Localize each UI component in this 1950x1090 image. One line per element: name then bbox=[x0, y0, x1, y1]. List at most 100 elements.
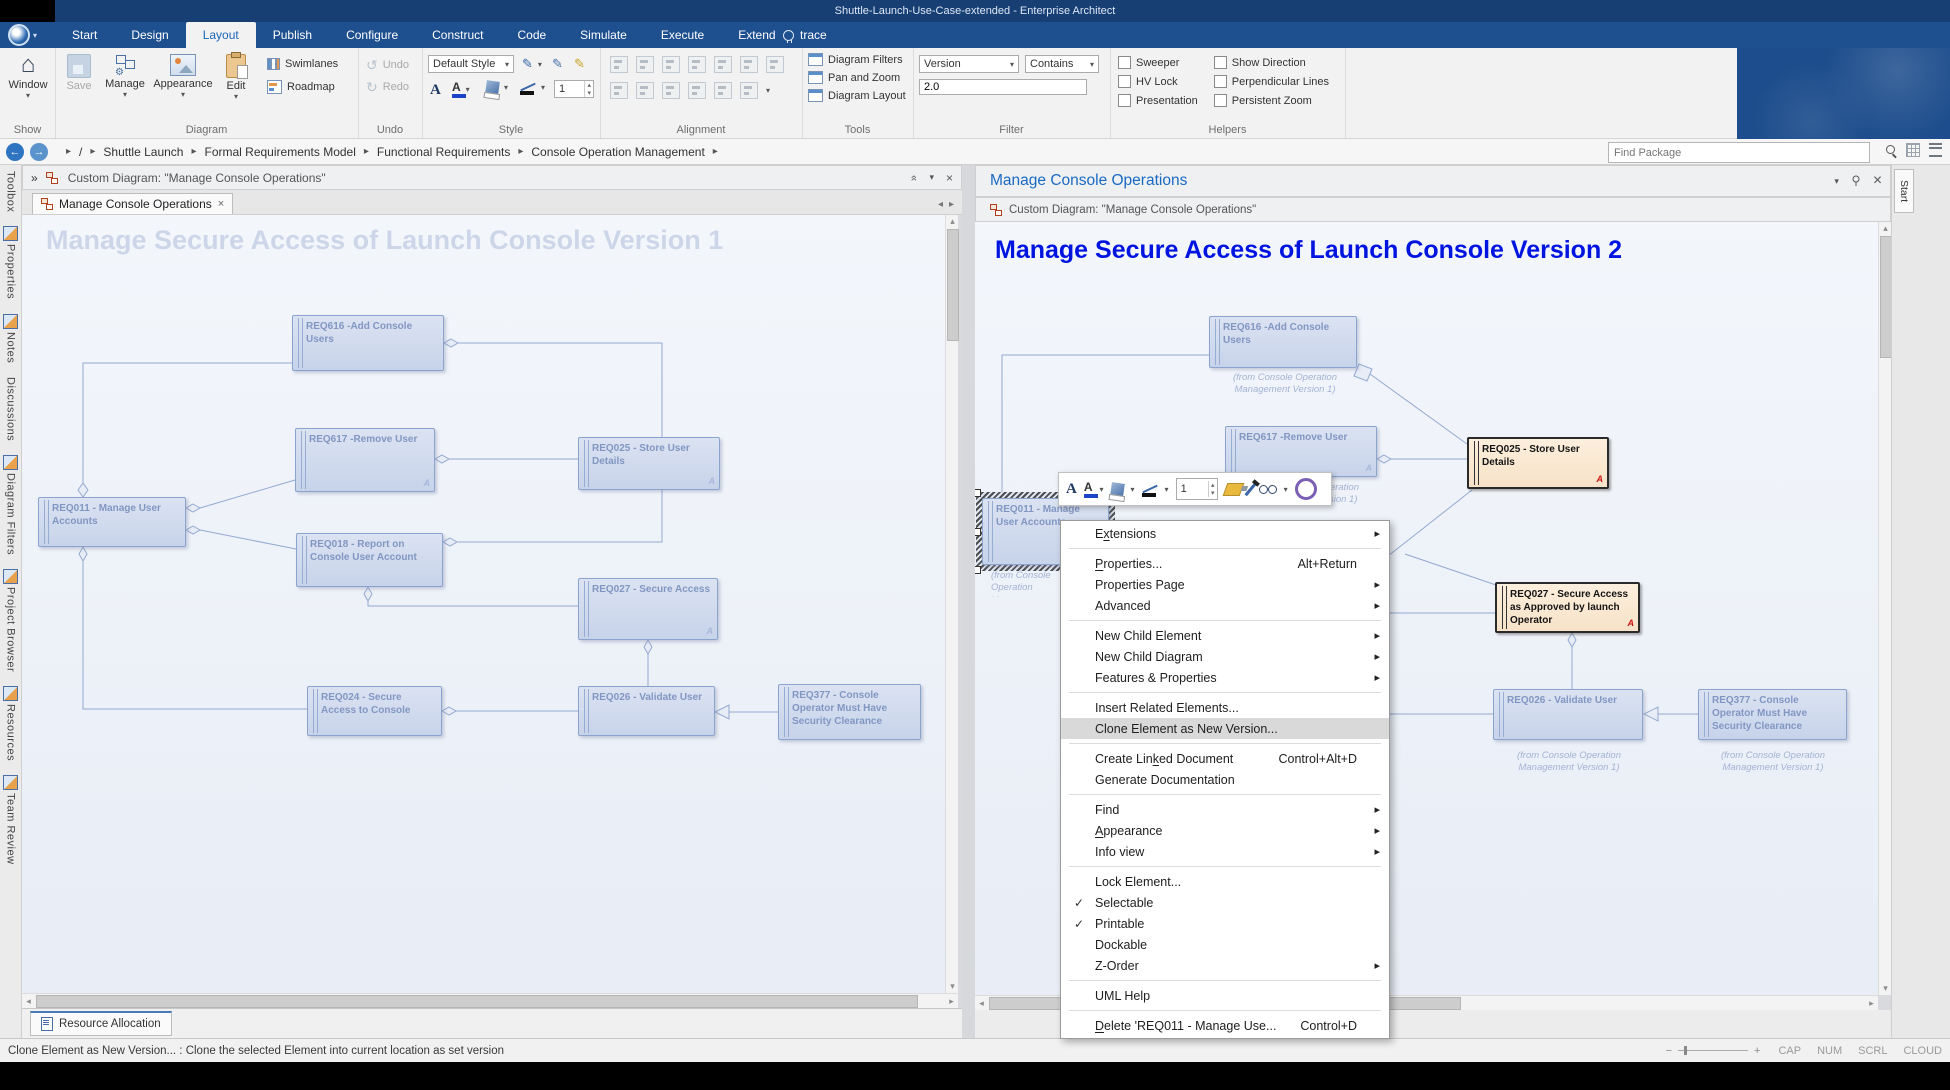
context-menu-item[interactable]: Features & Properties bbox=[1061, 667, 1389, 688]
font-icon[interactable]: A bbox=[1066, 481, 1077, 498]
grid-view-icon[interactable] bbox=[1906, 143, 1920, 157]
trace-search[interactable]: trace bbox=[783, 22, 827, 48]
left-horizontal-scrollbar[interactable]: ◂ ▸ bbox=[22, 993, 958, 1008]
context-menu-item[interactable]: Printable bbox=[1061, 913, 1389, 934]
chevrons-icon[interactable]: » bbox=[31, 171, 38, 185]
left-vertical-scrollbar[interactable]: ▴ ▾ bbox=[945, 215, 958, 993]
scroll-right-icon[interactable]: ▸ bbox=[945, 995, 958, 1008]
align-icon[interactable] bbox=[610, 56, 628, 73]
requirement-node[interactable]: REQ617 -Remove User A bbox=[1225, 426, 1377, 477]
dock-rail-tab[interactable]: Notes bbox=[3, 314, 18, 363]
helper-checkbox[interactable]: Show Direction bbox=[1214, 53, 1329, 72]
ribbon-tab[interactable]: Extend bbox=[721, 22, 792, 48]
close-panel-icon[interactable]: × bbox=[946, 171, 953, 185]
style-copy-button[interactable]: ✎ bbox=[552, 56, 563, 72]
right-vertical-scrollbar[interactable]: ▴ ▾ bbox=[1878, 222, 1891, 995]
selection-handle[interactable] bbox=[975, 489, 981, 497]
context-menu-item[interactable]: Delete 'REQ011 - Manage Use... Control+D bbox=[1061, 1015, 1389, 1036]
align-icon[interactable] bbox=[636, 56, 654, 73]
ribbon-tab[interactable]: Simulate bbox=[563, 22, 644, 48]
requirement-node[interactable]: REQ025 - Store User Details A bbox=[1467, 437, 1609, 489]
helper-checkbox[interactable]: Sweeper bbox=[1118, 53, 1198, 72]
ribbon-tab[interactable]: Configure bbox=[329, 22, 415, 48]
align-icon[interactable] bbox=[714, 82, 732, 99]
breadcrumb-item[interactable]: / bbox=[58, 145, 82, 159]
context-menu-item[interactable]: Z-Order bbox=[1061, 955, 1389, 976]
context-menu-item[interactable]: Find bbox=[1061, 799, 1389, 820]
undo-button[interactable]: ↺ Undo bbox=[366, 58, 409, 72]
context-menu-item[interactable]: UML Help bbox=[1061, 985, 1389, 1006]
requirement-node[interactable]: REQ027 - Secure Access as Approved by la… bbox=[1495, 582, 1640, 633]
close-panel-icon[interactable]: × bbox=[1873, 172, 1882, 190]
requirement-node[interactable]: REQ027 - Secure Access A bbox=[578, 578, 718, 640]
scroll-left-icon[interactable]: ◂ bbox=[975, 997, 988, 1010]
dock-rail-tab[interactable]: Properties bbox=[3, 226, 18, 299]
menu-icon[interactable] bbox=[1929, 143, 1942, 157]
align-icon[interactable] bbox=[688, 56, 706, 73]
tool-toggle[interactable]: Pan and Zoom bbox=[808, 71, 906, 84]
manage-button[interactable]: Manage▾ bbox=[101, 54, 149, 99]
requirement-node[interactable]: REQ018 - Report on Console User Account bbox=[296, 533, 443, 587]
line-color-button[interactable]: ▾ bbox=[520, 81, 545, 94]
breadcrumb-item[interactable]: Functional Requirements bbox=[356, 145, 510, 159]
resource-allocation-tab[interactable]: Resource Allocation bbox=[30, 1011, 172, 1036]
appearance-button[interactable]: Appearance▾ bbox=[151, 54, 215, 99]
style-pen-button[interactable]: ✎▾ bbox=[522, 56, 542, 72]
left-diagram-canvas[interactable]: Manage Secure Access of Launch Console V… bbox=[22, 215, 945, 993]
font-color-dropdown-icon[interactable]: ▾ bbox=[1100, 485, 1104, 494]
dock-rail-tab[interactable]: Project Browser bbox=[3, 569, 18, 672]
zoom-in-icon[interactable]: + bbox=[1754, 1045, 1760, 1057]
context-menu-item[interactable] bbox=[1069, 1010, 1381, 1011]
ribbon-tab[interactable]: Start bbox=[55, 22, 114, 48]
line-width-spinner[interactable]: 1▴▾ bbox=[1176, 478, 1218, 500]
dock-rail-tab[interactable]: Diagram Filters bbox=[3, 455, 18, 555]
helper-checkbox[interactable]: Presentation bbox=[1118, 91, 1198, 110]
context-menu-item[interactable]: Extensions bbox=[1061, 523, 1389, 544]
ribbon-tab[interactable]: Execute bbox=[644, 22, 721, 48]
zoom-slider[interactable]: − + bbox=[1666, 1045, 1761, 1057]
breadcrumb-item[interactable]: Shuttle Launch bbox=[82, 145, 183, 159]
requirement-node[interactable]: REQ024 - Secure Access to Console bbox=[307, 686, 442, 736]
back-button[interactable]: ← bbox=[6, 143, 24, 161]
dropdown-icon[interactable]: ▾ bbox=[1834, 176, 1839, 187]
scroll-up-icon[interactable]: ▴ bbox=[946, 215, 959, 228]
tool-toggle[interactable]: Diagram Layout bbox=[808, 89, 906, 102]
align-icon[interactable] bbox=[610, 82, 628, 99]
context-menu-item[interactable]: Generate Documentation bbox=[1061, 769, 1389, 790]
font-button[interactable]: A bbox=[430, 82, 441, 99]
start-dock-tab[interactable]: Start bbox=[1894, 169, 1914, 213]
align-icon[interactable] bbox=[662, 56, 680, 73]
filter-operator-select[interactable]: Contains▾ bbox=[1025, 55, 1099, 73]
tab-scroll-left-icon[interactable]: ◂ bbox=[938, 199, 943, 210]
style-combo[interactable]: Default Style▾ bbox=[428, 55, 514, 73]
helper-checkbox[interactable]: Perpendicular Lines bbox=[1214, 72, 1329, 91]
helper-checkbox[interactable]: Persistent Zoom bbox=[1214, 91, 1329, 110]
requirement-node[interactable]: REQ377 - Console Operator Must Have Secu… bbox=[1698, 689, 1847, 740]
swimlanes-button[interactable]: Swimlanes bbox=[267, 58, 338, 70]
scroll-down-icon[interactable]: ▾ bbox=[946, 980, 959, 993]
helper-checkbox[interactable]: HV Lock bbox=[1118, 72, 1198, 91]
edit-button[interactable]: Edit▾ bbox=[217, 54, 255, 101]
roadmap-button[interactable]: Roadmap bbox=[267, 80, 335, 94]
help-icon[interactable] bbox=[1295, 478, 1317, 500]
align-icon[interactable] bbox=[714, 56, 732, 73]
context-menu-item[interactable]: New Child Diagram bbox=[1061, 646, 1389, 667]
requirement-node[interactable]: REQ011 - Manage User Accounts bbox=[38, 497, 186, 547]
align-icon[interactable] bbox=[766, 56, 784, 73]
context-menu-item[interactable]: Info view bbox=[1061, 841, 1389, 862]
forward-button[interactable]: → bbox=[30, 143, 48, 161]
align-icon[interactable] bbox=[662, 82, 680, 99]
ribbon-tab[interactable]: Code bbox=[500, 22, 563, 48]
ribbon-tab[interactable]: Layout bbox=[186, 22, 256, 48]
requirement-node[interactable]: REQ377 - Console Operator Must Have Secu… bbox=[778, 684, 921, 740]
align-icon[interactable] bbox=[740, 56, 758, 73]
requirement-node[interactable]: REQ616 -Add Console Users bbox=[1209, 316, 1357, 368]
dock-rail-tab[interactable]: Team Review bbox=[3, 775, 18, 865]
context-menu-item[interactable]: Insert Related Elements... bbox=[1061, 697, 1389, 718]
search-icon[interactable] bbox=[1885, 144, 1897, 156]
pin-icon[interactable] bbox=[1851, 175, 1861, 187]
dock-rail-tab[interactable]: Toolbox bbox=[5, 171, 17, 212]
context-menu-item[interactable]: Clone Element as New Version... bbox=[1061, 718, 1389, 739]
tab-scroll-right-icon[interactable]: ▸ bbox=[949, 199, 954, 210]
fill-color-dropdown-icon[interactable]: ▾ bbox=[1131, 485, 1135, 494]
